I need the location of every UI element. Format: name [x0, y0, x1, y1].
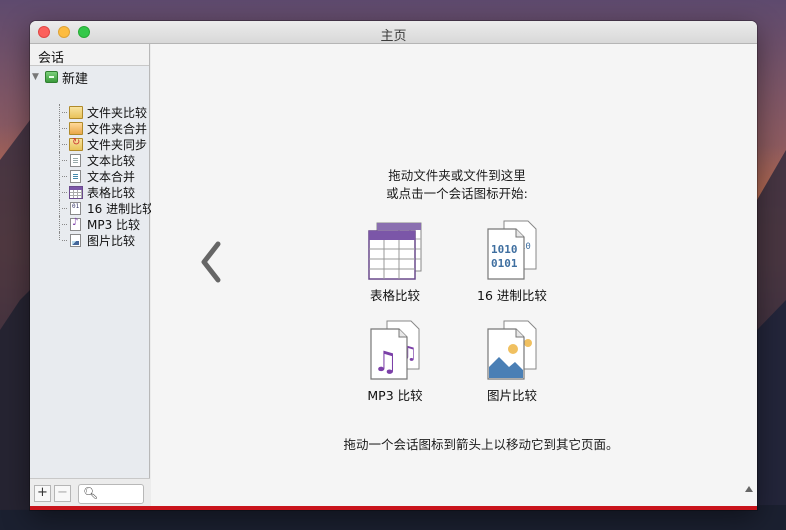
sidebar-header: 会话: [30, 44, 149, 66]
table-compare-tile[interactable]: 表格比较: [340, 219, 450, 304]
search-icon: 🔍︎: [83, 486, 99, 500]
folder-sync-icon: [69, 137, 83, 151]
tree-root-new[interactable]: ▼ 新建: [32, 69, 89, 87]
sidebar-item-label: 16 进制比较: [87, 201, 155, 216]
tree-root-label: 新建: [62, 71, 89, 87]
sidebar-item-label: 文件夹同步: [87, 137, 148, 152]
mp3-compare-icon: [70, 217, 81, 231]
svg-text:1010: 1010: [491, 243, 518, 256]
sidebar-item-folder-sync[interactable]: 文件夹同步: [59, 136, 147, 152]
sidebar-item-label: MP3 比较: [87, 217, 141, 232]
tile-label: 图片比较: [486, 388, 537, 403]
sidebar-item-mp3-compare[interactable]: MP3 比较: [59, 216, 140, 232]
sidebar-item-text-merge[interactable]: 文本合并: [59, 168, 135, 184]
table-compare-icon: [368, 222, 422, 280]
sidebar-item-label: 文本合并: [87, 169, 136, 184]
add-session-button[interactable]: +: [34, 485, 51, 502]
tile-label: 表格比较: [369, 288, 420, 303]
disclosure-triangle-icon[interactable]: ▼: [32, 72, 42, 82]
filter-field[interactable]: 🔍︎: [78, 484, 144, 504]
folder-compare-icon: [69, 105, 83, 119]
filter-input[interactable]: [97, 487, 141, 499]
previous-page-arrow-icon[interactable]: [198, 240, 224, 284]
app-window: 主页 会话 ▼ 新建 文件夹比较 文件夹合并 文件夹同步 文本比较: [30, 21, 757, 510]
sidebar-item-table-compare[interactable]: 表格比较: [59, 184, 135, 200]
text-merge-icon: [70, 169, 81, 183]
sidebar-item-label: 文件夹合并: [87, 121, 148, 136]
folder-merge-icon: [69, 121, 83, 135]
hex-compare-tile[interactable]: 10 1010 0101 16 进制比较: [457, 219, 567, 304]
sidebar-item-folder-merge[interactable]: 文件夹合并: [59, 120, 147, 136]
sidebar-item-text-compare[interactable]: 文本比较: [59, 152, 135, 168]
sidebar-item-label: 文本比较: [87, 153, 136, 168]
tile-label: MP3 比较: [367, 388, 423, 403]
instruction-line-1: 拖动文件夹或文件到这里: [388, 168, 526, 183]
tile-label: 16 进制比较: [477, 288, 547, 303]
sidebar-item-label: 文件夹比较: [87, 105, 148, 120]
hex-compare-icon: [70, 201, 81, 215]
picture-compare-tile[interactable]: 图片比较: [457, 319, 567, 404]
sidebar-item-label: 图片比较: [87, 233, 136, 248]
sidebar-item-hex-compare[interactable]: 16 进制比较: [59, 200, 154, 216]
scroll-up-arrow-icon[interactable]: [745, 486, 753, 492]
text-compare-icon: [70, 153, 81, 167]
picture-compare-icon: [487, 320, 537, 380]
drag-hint-text: 拖动一个会话图标到箭头上以移动它到其它页面。: [343, 437, 619, 452]
hex-compare-icon: 10 1010 0101: [487, 220, 537, 280]
sidebar-item-label: 表格比较: [87, 185, 136, 200]
mp3-compare-tile[interactable]: ♫ ♫ MP3 比较: [340, 319, 450, 404]
new-session-icon: [45, 71, 58, 83]
window-title: 主页: [380, 29, 407, 44]
sidebar-footer: + − 🔍︎: [30, 478, 150, 506]
home-content: 拖动文件夹或文件到这里 或点击一个会话图标开始: 表格比较 10 1010 01…: [151, 44, 757, 506]
sidebar-item-picture-compare[interactable]: 图片比较: [59, 232, 135, 248]
svg-text:♫: ♫: [373, 345, 398, 378]
instruction-text: 拖动文件夹或文件到这里 或点击一个会话图标开始:: [347, 167, 567, 203]
remove-session-button[interactable]: −: [54, 485, 71, 502]
bottom-accent-bar: [30, 506, 757, 510]
instruction-line-2: 或点击一个会话图标开始:: [386, 186, 528, 201]
sidebar-item-folder-compare[interactable]: 文件夹比较: [59, 104, 147, 120]
svg-text:0101: 0101: [491, 257, 518, 270]
picture-compare-icon: [70, 233, 81, 247]
table-compare-icon: [69, 185, 83, 199]
sessions-sidebar: 会话 ▼ 新建 文件夹比较 文件夹合并 文件夹同步 文本比较: [30, 44, 154, 506]
mp3-compare-icon: ♫ ♫: [370, 320, 420, 380]
title-bar[interactable]: 主页: [30, 21, 757, 44]
